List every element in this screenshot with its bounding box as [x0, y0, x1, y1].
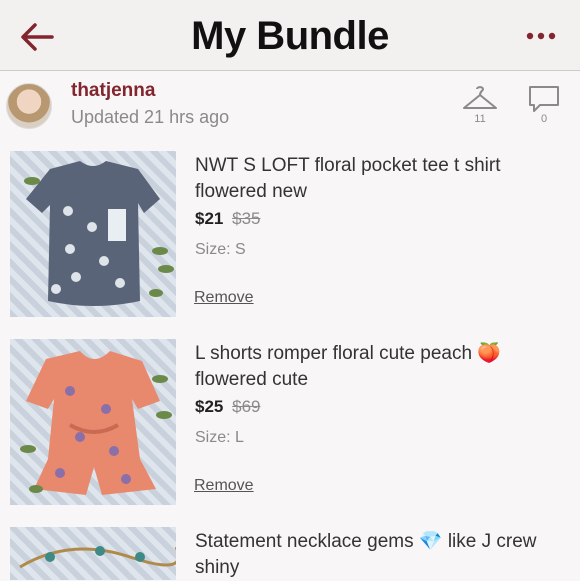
- hanger-icon[interactable]: [462, 85, 498, 113]
- item-photo: [20, 351, 172, 495]
- price-row: $21 $35: [195, 209, 260, 229]
- page-title: My Bundle: [191, 14, 389, 58]
- bundle-item: L shorts romper floral cute peach 🍑 flow…: [0, 329, 580, 505]
- item-thumbnail[interactable]: [10, 339, 176, 505]
- remove-link[interactable]: Remove: [194, 477, 254, 495]
- price-row: $25 $69: [195, 397, 260, 417]
- item-size: Size: S: [195, 241, 246, 258]
- remove-link[interactable]: Remove: [194, 289, 254, 307]
- avatar[interactable]: [6, 83, 52, 129]
- bundle-item: Statement necklace gems 💎 like J crew sh…: [0, 517, 580, 580]
- item-title[interactable]: Statement necklace gems 💎 like J crew sh…: [195, 529, 565, 581]
- item-title[interactable]: NWT S LOFT floral pocket tee t shirt flo…: [195, 153, 565, 205]
- item-thumbnail[interactable]: [10, 151, 176, 317]
- seller-username[interactable]: thatjenna: [71, 80, 155, 102]
- bundle-item: NWT S LOFT floral pocket tee t shirt flo…: [0, 141, 580, 317]
- top-bar: My Bundle: [0, 0, 580, 71]
- item-original-price: $35: [232, 209, 261, 228]
- updated-time: Updated 21 hrs ago: [71, 107, 230, 127]
- more-dots-icon[interactable]: [526, 30, 556, 42]
- item-original-price: $69: [232, 397, 261, 416]
- item-photo: [24, 161, 174, 306]
- seller-header: thatjenna Updated 21 hrs ago 11 0: [0, 71, 580, 141]
- item-size: Size: L: [195, 429, 244, 446]
- item-photo: [19, 546, 176, 569]
- comments-count: 0: [540, 113, 548, 125]
- comment-icon[interactable]: [528, 85, 560, 113]
- item-title[interactable]: L shorts romper floral cute peach 🍑 flow…: [195, 341, 565, 393]
- item-thumbnail[interactable]: [10, 527, 176, 580]
- item-price: $25: [195, 397, 224, 416]
- item-price: $21: [195, 209, 224, 228]
- likes-count: 11: [474, 113, 486, 125]
